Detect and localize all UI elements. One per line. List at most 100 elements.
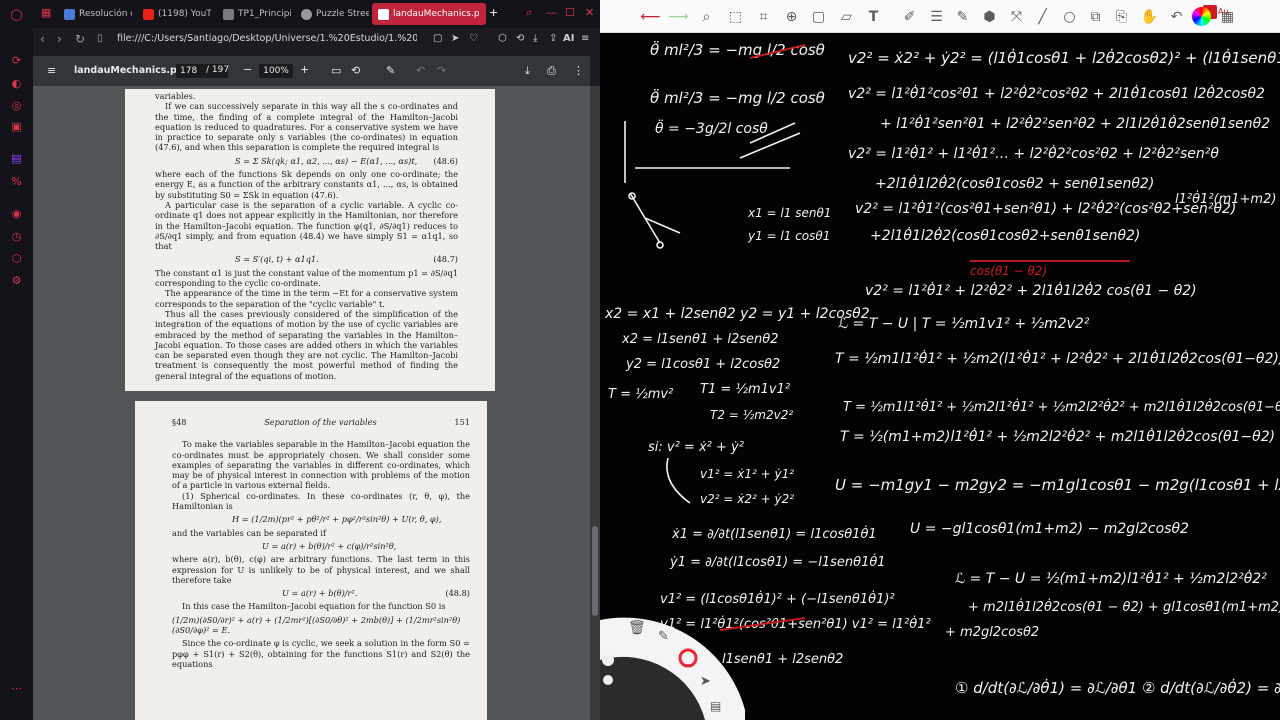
layers-icon[interactable]: ▤ (710, 699, 721, 713)
menu-icon[interactable]: ≡ (581, 33, 589, 44)
sidebar-instagram-icon[interactable]: ◎ (8, 97, 25, 114)
tab-tp1[interactable]: TP1_Principio (217, 3, 291, 25)
stamp-icon[interactable]: ⬢ (980, 7, 999, 26)
more-options-icon[interactable]: ⋮ (573, 64, 584, 77)
handwritten-line: T = ½m1l1²θ̇1² + ½m2l1²θ̇1² + ½m2l2²θ̇2²… (843, 399, 1280, 415)
workspaces-icon[interactable]: ▦ (41, 6, 51, 19)
grid-icon[interactable]: ▦ (1218, 7, 1237, 26)
send-icon[interactable]: ➤ (451, 33, 459, 44)
globe-icon (301, 8, 312, 20)
transform-icon[interactable]: ⤧ (1007, 7, 1026, 26)
pen-icon[interactable]: ✎ (953, 7, 972, 26)
pdf-page: variables. If we can successively separa… (125, 89, 495, 391)
paste-icon[interactable]: ⎘ (1112, 7, 1131, 26)
print-icon[interactable]: ⎙ (547, 64, 556, 78)
zoom-out-icon[interactable]: − (243, 63, 252, 76)
back-icon[interactable]: ‹ (40, 32, 45, 46)
handwritten-line: T = ½(m1+m2)l1²θ̇1² + ½m2l2²θ̇2² + m2l1θ… (840, 427, 1275, 445)
sidebar-percent-icon[interactable]: % (8, 173, 25, 190)
flow-icon[interactable]: ⟲ (516, 33, 524, 44)
equation: (1/2m)(∂S0/∂r)² + a(r) + (1/2mr²)[(∂S0/∂… (172, 615, 470, 636)
browser-logo-icon[interactable]: ◯ (8, 6, 25, 23)
header-title: Separation of the variables (264, 417, 377, 427)
highlighter-icon[interactable]: ✐ (900, 7, 919, 26)
sidebar-more-icon[interactable]: ⋯ (8, 680, 25, 697)
lasso-icon[interactable]: ⊕ (782, 7, 801, 26)
shape-icon[interactable]: ▢ (809, 7, 828, 26)
heart-icon[interactable]: ♡ (469, 33, 478, 44)
sidebar-player-icon[interactable]: ◉ (8, 205, 25, 222)
handwritten-line: ℒ = T − U = ½(m1+m2)l1²θ̇1² + ½m2l2²θ̇2² (955, 569, 1267, 587)
search-tabs-icon[interactable]: ⌕ (526, 6, 532, 20)
tab-landau[interactable]: landauMechanics.p ✕ (372, 3, 486, 25)
share-icon[interactable]: ⇪ (549, 33, 557, 44)
undo-icon[interactable]: ↶ (416, 64, 425, 77)
sidebar-settings-icon[interactable]: ⚙ (8, 272, 25, 289)
tab-title: Resolución de (79, 9, 132, 19)
text-icon[interactable]: T (864, 7, 883, 26)
eye-icon[interactable] (603, 675, 613, 685)
sidebar-twitch-icon[interactable]: ▤ (8, 150, 25, 167)
sidebar-messenger-icon[interactable]: ⟳ (8, 52, 25, 69)
list-icon[interactable]: ☰ (927, 7, 946, 26)
undo-icon[interactable]: ↶ (1167, 7, 1186, 26)
hand-icon[interactable]: ✋ (1140, 7, 1159, 26)
zoom-in-icon[interactable]: + (300, 63, 309, 76)
bookmark-page-icon[interactable]: ▢ (433, 33, 442, 44)
tab-title: Puzzle Stree (316, 9, 369, 19)
hand-icon[interactable] (602, 654, 614, 666)
circle-icon[interactable]: ○ (1060, 7, 1079, 26)
crop-icon[interactable]: ⌗ (754, 7, 773, 26)
sidebar-chat-icon[interactable]: ◐ (8, 75, 25, 92)
sidebar-history-icon[interactable]: ◷ (8, 228, 25, 245)
sidebar-extensions-icon[interactable]: ⬡ (8, 250, 25, 267)
pdf-viewport[interactable]: variables. If we can successively separa… (33, 86, 590, 720)
handwritten-line: T1 = ½m1v1² (700, 382, 790, 397)
annotate-icon[interactable]: ✎ (386, 64, 395, 77)
tab-puzzle[interactable]: Puzzle Stree (295, 3, 369, 25)
redo-icon[interactable]: ↷ (437, 64, 446, 77)
sidebar-menu-icon[interactable]: ≡ (47, 64, 56, 77)
page-text: variables. (155, 91, 196, 101)
handwritten-line: + m2gl2cosθ2 (945, 625, 1039, 640)
page-text: If we can successively separate in this … (155, 101, 458, 153)
select-icon[interactable]: ⬚ (726, 7, 745, 26)
downloads-icon[interactable]: ⤓ (533, 33, 537, 44)
browser-window: ◯ ⟳ ◐ ◎ ▣ ▤ % ◉ ◷ ⬡ ⚙ ⋯ ▦ Resolución de … (0, 0, 600, 720)
copy-icon[interactable]: ⧉ (1086, 7, 1105, 26)
zoom-input[interactable]: 100% (259, 64, 293, 78)
pointer-icon[interactable]: ➤ (700, 674, 711, 689)
pencil-icon[interactable]: ✎ (658, 629, 669, 644)
equation: S = S′(qi, t) + α1q1. (48.7) (155, 254, 458, 264)
fit-page-icon[interactable]: ▭ (331, 64, 341, 77)
extensions-icon[interactable]: ⬡ (498, 33, 507, 44)
new-tab-icon[interactable]: + (489, 6, 498, 19)
trash-icon[interactable]: 🗑 (628, 620, 646, 636)
back-icon[interactable]: ⟵ (640, 7, 660, 26)
tab-title: TP1_Principio (238, 9, 291, 19)
line-icon[interactable]: ╱ (1033, 7, 1052, 26)
sidebar-tv-icon[interactable]: ▣ (8, 118, 25, 135)
pdf-scrollbar[interactable] (590, 86, 600, 720)
ai-button[interactable]: AI (563, 33, 574, 44)
page-text: To make the variables separable in the H… (172, 439, 470, 491)
search-icon[interactable]: ⌕ (697, 7, 716, 26)
tab-resolucion[interactable]: Resolución de (58, 3, 132, 25)
tab-youtube[interactable]: (1198) YouTul (137, 3, 211, 25)
forward-icon[interactable]: ⟶ (668, 7, 688, 26)
minimize-icon[interactable]: — (546, 6, 557, 19)
download-icon[interactable]: ⤓ (525, 64, 530, 78)
forward-icon[interactable]: › (57, 32, 62, 46)
color-wheel-icon[interactable] (1192, 7, 1211, 26)
reload-icon[interactable]: ↻ (75, 32, 85, 46)
close-window-icon[interactable]: ✕ (585, 6, 594, 19)
scrollbar-thumb[interactable] (592, 526, 598, 616)
maximize-icon[interactable]: ☐ (565, 6, 575, 19)
eraser-icon[interactable]: ▱ (837, 7, 856, 26)
handwritten-line: U = −gl1cosθ1(m1+m2) − m2gl2cosθ2 (910, 521, 1189, 537)
page-text: A particular case is the separation of a… (155, 199, 458, 252)
rotate-icon[interactable]: ⟲ (351, 64, 360, 77)
address-bar[interactable]: file:///C:/Users/Santiago/Desktop/Univer… (117, 33, 417, 44)
page-text: Since the co-ordinate φ is cyclic, we se… (172, 638, 470, 669)
radial-menu[interactable]: 🗑 ✎ ➤ ▤ (600, 600, 745, 720)
